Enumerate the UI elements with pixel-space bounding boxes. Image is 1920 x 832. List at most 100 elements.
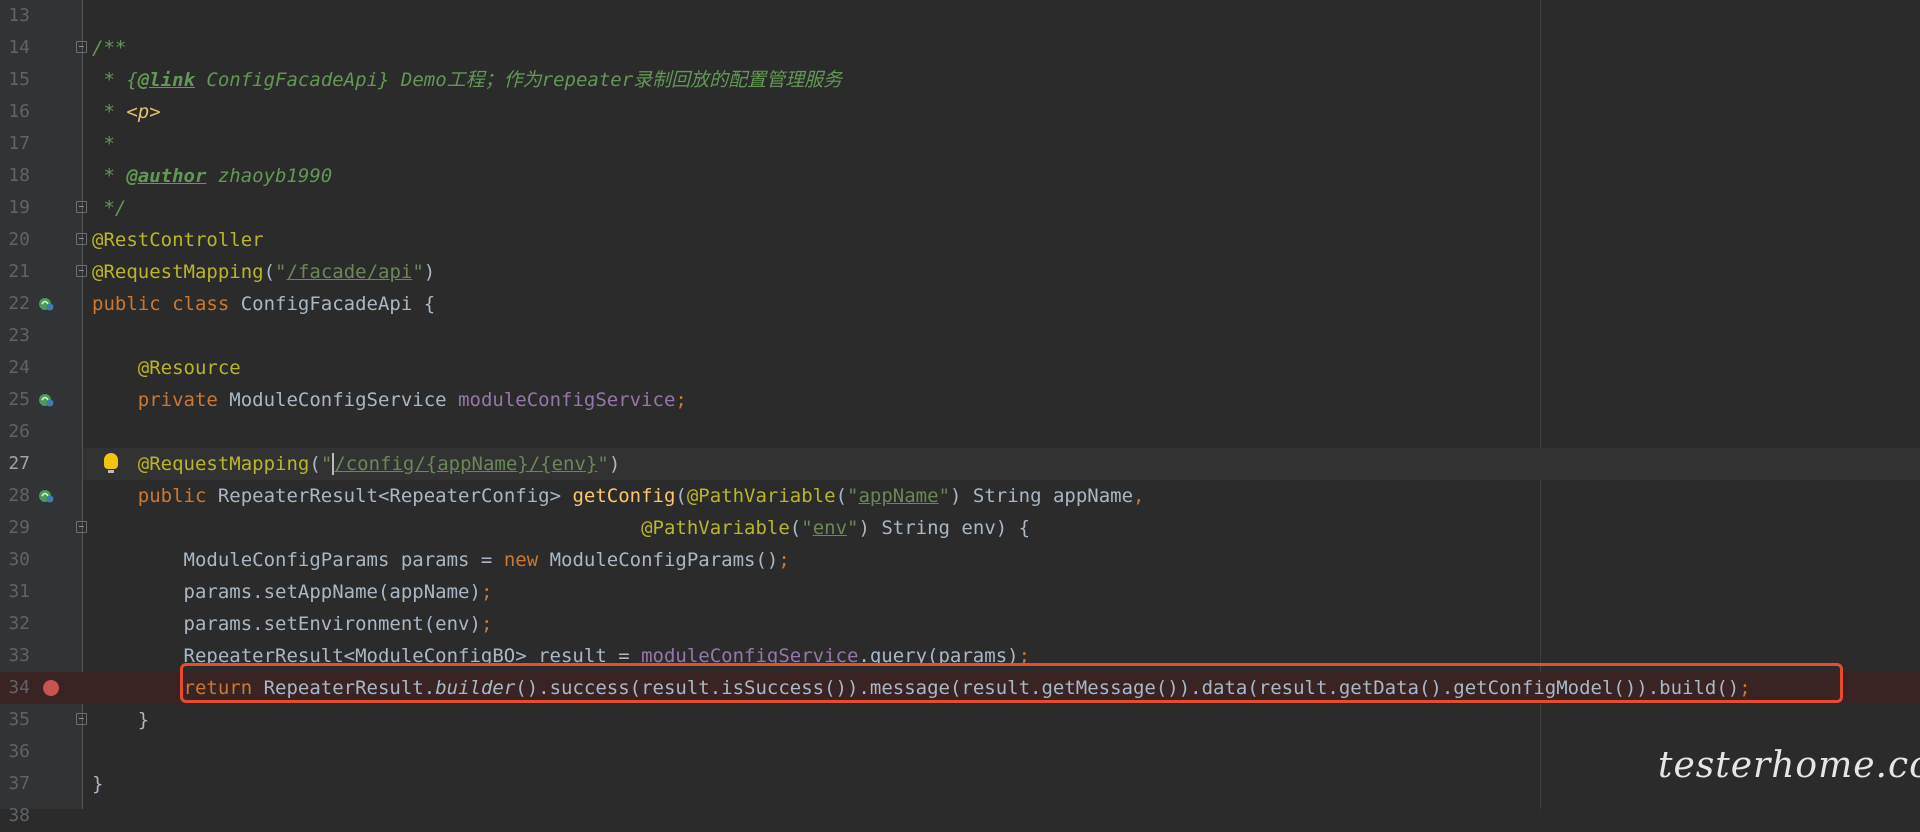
code-token: ;: [778, 549, 790, 571]
fold-toggle-icon[interactable]: [76, 265, 87, 277]
code-line[interactable]: 22 public class ConfigFacadeApi {: [0, 288, 1920, 320]
line-number[interactable]: 36: [0, 736, 30, 768]
line-number[interactable]: 14: [0, 32, 30, 64]
fold-toggle-icon[interactable]: [76, 201, 87, 213]
code-text[interactable]: ModuleConfigParams params = new ModuleCo…: [92, 544, 790, 576]
fold-toggle-icon[interactable]: [76, 713, 87, 725]
line-number[interactable]: 20: [0, 224, 30, 256]
code-line[interactable]: 21 @RequestMapping("/facade/api"): [0, 256, 1920, 288]
spring-web-icon[interactable]: [38, 488, 54, 504]
code-line[interactable]: 25 private ModuleConfigService moduleCon…: [0, 384, 1920, 416]
code-token: }: [92, 773, 104, 795]
code-text[interactable]: @RequestMapping("/facade/api"): [92, 256, 435, 288]
code-token: ;: [675, 389, 687, 411]
code-line[interactable]: 38: [0, 800, 1920, 832]
code-line[interactable]: 23: [0, 320, 1920, 352]
code-token: ConfigFacadeApi: [194, 69, 379, 91]
code-text[interactable]: public class ConfigFacadeApi {: [92, 288, 435, 320]
line-number[interactable]: 38: [0, 800, 30, 832]
code-text[interactable]: params.setEnvironment(env);: [92, 608, 493, 640]
code-line[interactable]: 29 @PathVariable("env") String env) {: [0, 512, 1920, 544]
line-number[interactable]: 34: [0, 672, 30, 704]
code-text[interactable]: * @author zhaoyb1990: [92, 160, 332, 192]
line-number[interactable]: 28: [0, 480, 30, 512]
code-text[interactable]: @Resource: [92, 352, 241, 384]
code-token: ": [412, 261, 424, 283]
breakpoint-icon[interactable]: [43, 680, 59, 696]
code-line[interactable]: 15 * {@link ConfigFacadeApi} Demo工程；作为re…: [0, 64, 1920, 96]
line-number[interactable]: 22: [0, 288, 30, 320]
code-text[interactable]: }: [92, 768, 103, 800]
code-line[interactable]: 28 public RepeaterResult<RepeaterConfig>…: [0, 480, 1920, 512]
code-text[interactable]: */: [92, 192, 126, 224]
code-text[interactable]: *: [92, 128, 114, 160]
code-line[interactable]: 13: [0, 0, 1920, 32]
line-number[interactable]: 17: [0, 128, 30, 160]
code-line[interactable]: 17 *: [0, 128, 1920, 160]
code-line[interactable]: 30 ModuleConfigParams params = new Modul…: [0, 544, 1920, 576]
line-number[interactable]: 32: [0, 608, 30, 640]
code-token: @PathVariable: [641, 517, 790, 539]
code-text[interactable]: params.setAppName(appName);: [92, 576, 493, 608]
code-text[interactable]: @RestController: [92, 224, 264, 256]
fold-toggle-icon[interactable]: [76, 521, 87, 533]
line-number[interactable]: 19: [0, 192, 30, 224]
code-line[interactable]: 14 /**: [0, 32, 1920, 64]
code-text[interactable]: /**: [92, 32, 126, 64]
code-token: ConfigFacadeApi {: [240, 293, 436, 315]
line-number[interactable]: 21: [0, 256, 30, 288]
code-line[interactable]: 16 * <p>: [0, 96, 1920, 128]
code-line[interactable]: 31 params.setAppName(appName);: [0, 576, 1920, 608]
code-token: *: [92, 165, 127, 187]
code-token: @PathVariable: [686, 485, 836, 507]
code-text[interactable]: @PathVariable("env") String env) {: [92, 512, 1030, 544]
code-text[interactable]: public RepeaterResult<RepeaterConfig> ge…: [92, 480, 1145, 512]
code-line[interactable]: 26: [0, 416, 1920, 448]
code-line[interactable]: 19 */: [0, 192, 1920, 224]
code-text[interactable]: * <p>: [92, 96, 160, 128]
watermark-text: testerhome.com: [1658, 745, 1920, 786]
code-line[interactable]: 36: [0, 736, 1920, 768]
line-number[interactable]: 26: [0, 416, 30, 448]
code-line[interactable]: 37}: [0, 768, 1920, 800]
code-line[interactable]: 20 @RestController: [0, 224, 1920, 256]
code-text[interactable]: @RequestMapping("/config/{appName}/{env}…: [92, 448, 620, 480]
code-line[interactable]: 35 }: [0, 704, 1920, 736]
line-number[interactable]: 23: [0, 320, 30, 352]
spring-bean-icon[interactable]: [38, 296, 54, 312]
code-token: ": [847, 517, 859, 539]
line-number[interactable]: 18: [0, 160, 30, 192]
fold-toggle-icon[interactable]: [76, 233, 87, 245]
code-token: env: [812, 517, 848, 539]
line-number[interactable]: 16: [0, 96, 30, 128]
code-token: *: [92, 101, 127, 123]
code-text[interactable]: * {@link ConfigFacadeApi} Demo工程；作为repea…: [92, 64, 842, 96]
code-token: @Resource: [137, 357, 241, 379]
code-text[interactable]: private ModuleConfigService moduleConfig…: [92, 384, 687, 416]
line-number[interactable]: 37: [0, 768, 30, 800]
line-number[interactable]: 29: [0, 512, 30, 544]
fold-toggle-icon[interactable]: [76, 41, 87, 53]
line-number[interactable]: 35: [0, 704, 30, 736]
code-line[interactable]: 18 * @author zhaoyb1990: [0, 160, 1920, 192]
code-line[interactable]: 24 @Resource: [0, 352, 1920, 384]
code-token: ,: [1133, 485, 1145, 507]
line-number[interactable]: 33: [0, 640, 30, 672]
line-number[interactable]: 13: [0, 0, 30, 32]
line-number[interactable]: 27: [0, 448, 30, 480]
line-number[interactable]: 31: [0, 576, 30, 608]
code-token: ;: [480, 581, 493, 603]
code-line[interactable]: 27 @RequestMapping("/config/{appName}/{e…: [0, 448, 1920, 480]
code-token: ": [847, 485, 859, 507]
line-number[interactable]: 24: [0, 352, 30, 384]
code-token: ": [320, 453, 333, 475]
code-token: private: [137, 389, 230, 411]
spring-inject-icon[interactable]: [38, 392, 54, 408]
line-number[interactable]: 30: [0, 544, 30, 576]
line-number[interactable]: 15: [0, 64, 30, 96]
code-line[interactable]: 32 params.setEnvironment(env);: [0, 608, 1920, 640]
line-number[interactable]: 25: [0, 384, 30, 416]
code-text[interactable]: }: [92, 704, 149, 736]
